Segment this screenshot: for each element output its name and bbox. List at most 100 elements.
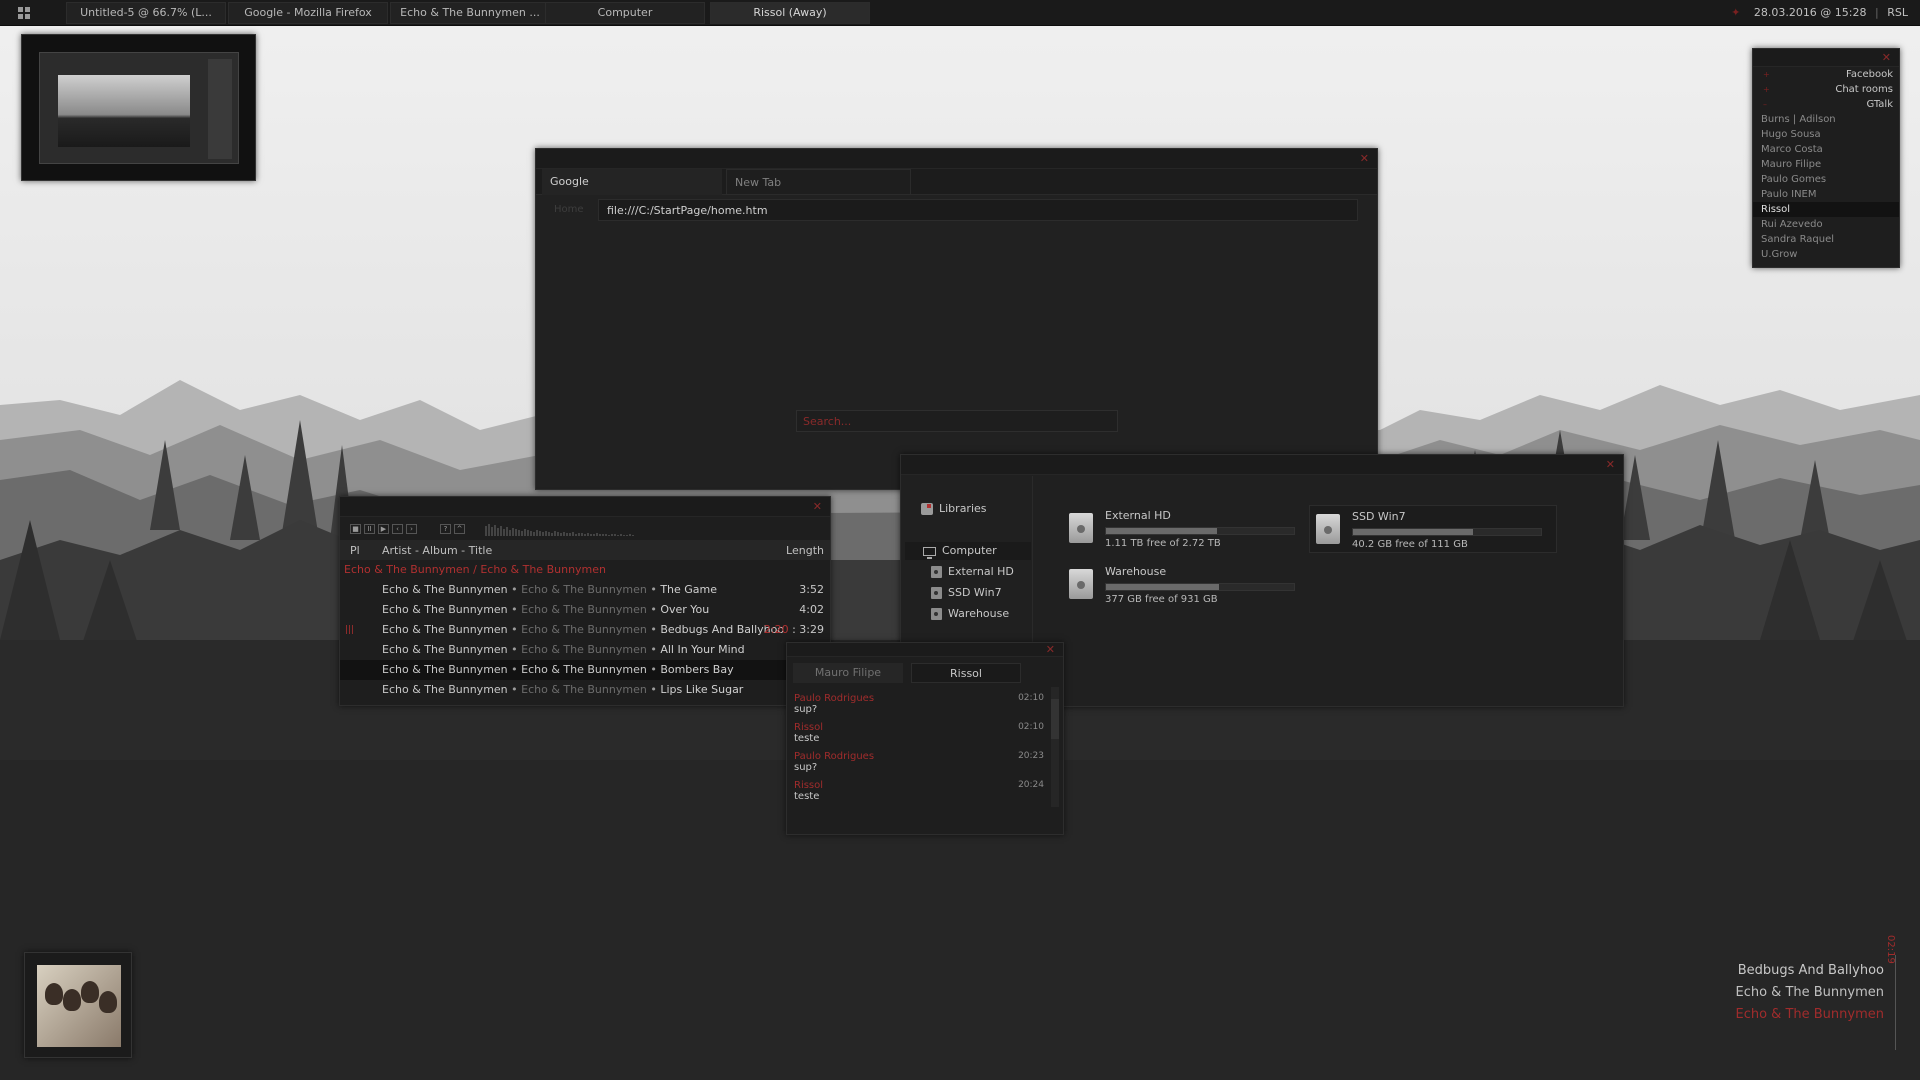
- random-icon[interactable]: ?: [440, 524, 451, 534]
- now-playing-album: Echo & The Bunnymen: [1735, 1007, 1885, 1022]
- chat-tab-rissol[interactable]: Rissol: [911, 663, 1021, 683]
- message-text: sup?: [794, 762, 818, 773]
- album-art-widget[interactable]: [24, 952, 132, 1058]
- chat-titlebar[interactable]: ✕: [787, 643, 1063, 657]
- computer-titlebar[interactable]: ✕: [901, 455, 1623, 475]
- contact-item[interactable]: U.Grow: [1753, 247, 1899, 262]
- contact-group-facebook[interactable]: + Facebook: [1753, 67, 1899, 82]
- drive-tile-external-hd[interactable]: External HD 1.11 TB free of 2.72 TB: [1063, 505, 1303, 553]
- viz-bar: [587, 533, 589, 536]
- contact-item[interactable]: Sandra Raquel: [1753, 232, 1899, 247]
- contact-item[interactable]: Burns | Adilson: [1753, 112, 1899, 127]
- viz-bar: [581, 533, 583, 536]
- viz-bar: [539, 531, 541, 536]
- track-title: Lips Like Sugar: [660, 683, 744, 696]
- browser-close-icon[interactable]: ✕: [1360, 152, 1369, 165]
- contact-item[interactable]: Hugo Sousa: [1753, 127, 1899, 142]
- system-tray: ✦ 28.03.2016 @ 15:28 | RSL: [1731, 6, 1908, 19]
- viz-bar: [533, 532, 535, 536]
- taskbar-tab-computer[interactable]: Computer: [545, 2, 705, 24]
- player-titlebar[interactable]: ✕: [340, 497, 830, 517]
- viz-bar: [596, 533, 598, 536]
- chat-tab-mauro[interactable]: Mauro Filipe: [793, 663, 903, 683]
- monitor-icon: [923, 546, 936, 559]
- drive-icon: [931, 566, 942, 578]
- contact-item[interactable]: Marco Costa: [1753, 142, 1899, 157]
- url-input[interactable]: [598, 199, 1358, 221]
- track-artist: Echo & The Bunnymen: [382, 683, 508, 696]
- contact-item[interactable]: Mauro Filipe: [1753, 157, 1899, 172]
- playlist-row[interactable]: Echo & The Bunnymen • Echo & The Bunnyme…: [340, 580, 830, 600]
- separator: •: [511, 583, 518, 596]
- previous-icon[interactable]: ‹: [392, 524, 403, 534]
- start-grid-icon[interactable]: [18, 7, 30, 19]
- play-icon[interactable]: ▶: [378, 524, 389, 534]
- playlist-row-selected[interactable]: Echo & The Bunnymen • Echo & The Bunnyme…: [340, 660, 830, 680]
- viz-bar: [485, 526, 487, 536]
- nav-item-ssd-win7[interactable]: SSD Win7: [931, 584, 1002, 602]
- drive-icon: [931, 587, 942, 599]
- contact-item[interactable]: Paulo Gomes: [1753, 172, 1899, 187]
- column-header-length[interactable]: Length: [786, 541, 824, 560]
- repeat-icon[interactable]: ^: [454, 524, 465, 534]
- contact-item[interactable]: Rui Azevedo: [1753, 217, 1899, 232]
- taskbar-tab-chat[interactable]: Rissol (Away): [710, 2, 870, 24]
- player-close-icon[interactable]: ✕: [813, 500, 822, 513]
- chat-scrollbar[interactable]: [1051, 687, 1059, 807]
- separator: •: [650, 643, 657, 656]
- contact-item-selected[interactable]: Rissol: [1753, 202, 1899, 217]
- drive-tile-ssd-win7[interactable]: SSD Win7 40.2 GB free of 111 GB: [1309, 505, 1557, 553]
- taskbar-tab-firefox[interactable]: Google - Mozilla Firefox: [228, 2, 388, 24]
- library-icon: [921, 503, 933, 515]
- drive-free-space: 377 GB free of 931 GB: [1105, 594, 1218, 605]
- separator: •: [511, 623, 518, 636]
- next-icon[interactable]: ›: [406, 524, 417, 534]
- message-time: 20:23: [1018, 751, 1044, 761]
- viz-bar: [566, 533, 568, 536]
- viz-bar: [617, 535, 619, 536]
- startpage-search-input[interactable]: [796, 410, 1118, 432]
- nav-item-warehouse[interactable]: Warehouse: [931, 605, 1009, 623]
- contact-item[interactable]: Paulo INEM: [1753, 187, 1899, 202]
- stop-icon[interactable]: ■: [350, 524, 361, 534]
- column-header-pl[interactable]: Pl: [350, 541, 360, 560]
- computer-close-icon[interactable]: ✕: [1606, 458, 1615, 471]
- notification-icon[interactable]: ✦: [1731, 6, 1740, 19]
- viz-bar: [569, 533, 571, 536]
- playlist-row[interactable]: Echo & The Bunnymen • Echo & The Bunnyme…: [340, 600, 830, 620]
- window-thumbnail-preview[interactable]: [21, 34, 256, 181]
- viz-bar: [602, 534, 604, 536]
- language-indicator[interactable]: RSL: [1887, 6, 1908, 19]
- playlist-row[interactable]: Echo & The Bunnymen • Echo & The Bunnyme…: [340, 640, 830, 660]
- now-playing-divider: [1895, 955, 1896, 1050]
- contact-group-gtalk[interactable]: – GTalk: [1753, 97, 1899, 112]
- nav-item-external-hd[interactable]: External HD: [931, 563, 1014, 581]
- playlist-row-playing[interactable]: ||| Echo & The Bunnymen • Echo & The Bun…: [340, 620, 830, 640]
- drive-icon: [931, 608, 942, 620]
- group-label: Chat rooms: [1835, 84, 1893, 95]
- viz-bar: [614, 534, 616, 536]
- thumbnail-image: [39, 52, 239, 164]
- playlist-row[interactable]: Echo & The Bunnymen • Echo & The Bunnyme…: [340, 680, 830, 700]
- chat-scrollbar-thumb[interactable]: [1051, 699, 1059, 739]
- nav-item-libraries[interactable]: Libraries: [921, 500, 987, 518]
- separator: •: [650, 683, 657, 696]
- pause-icon[interactable]: II: [364, 524, 375, 534]
- now-playing-widget: Bedbugs And Ballyhoo Echo & The Bunnymen…: [1736, 960, 1885, 1026]
- contacts-titlebar[interactable]: ✕: [1753, 49, 1899, 67]
- drive-name: SSD Win7: [1352, 510, 1406, 523]
- browser-tab-new[interactable]: New Tab: [726, 169, 911, 195]
- column-header-title[interactable]: Artist - Album - Title: [382, 541, 492, 560]
- chat-close-icon[interactable]: ✕: [1046, 643, 1055, 656]
- drive-name: External HD: [1105, 509, 1171, 522]
- viz-bar: [491, 527, 493, 536]
- contact-group-chat-rooms[interactable]: + Chat rooms: [1753, 82, 1899, 97]
- taskbar-tab-player[interactable]: Echo & The Bunnymen ...: [390, 2, 550, 24]
- drive-tile-warehouse[interactable]: Warehouse 377 GB free of 931 GB: [1063, 561, 1303, 609]
- nav-item-computer[interactable]: Computer: [905, 542, 1031, 560]
- viz-bar: [563, 532, 565, 536]
- contacts-close-icon[interactable]: ✕: [1882, 51, 1891, 64]
- taskbar-tab-photoshop[interactable]: Untitled-5 @ 66.7% (L...: [66, 2, 226, 24]
- browser-titlebar[interactable]: ✕: [536, 149, 1377, 169]
- browser-tab-google[interactable]: Google: [542, 169, 722, 195]
